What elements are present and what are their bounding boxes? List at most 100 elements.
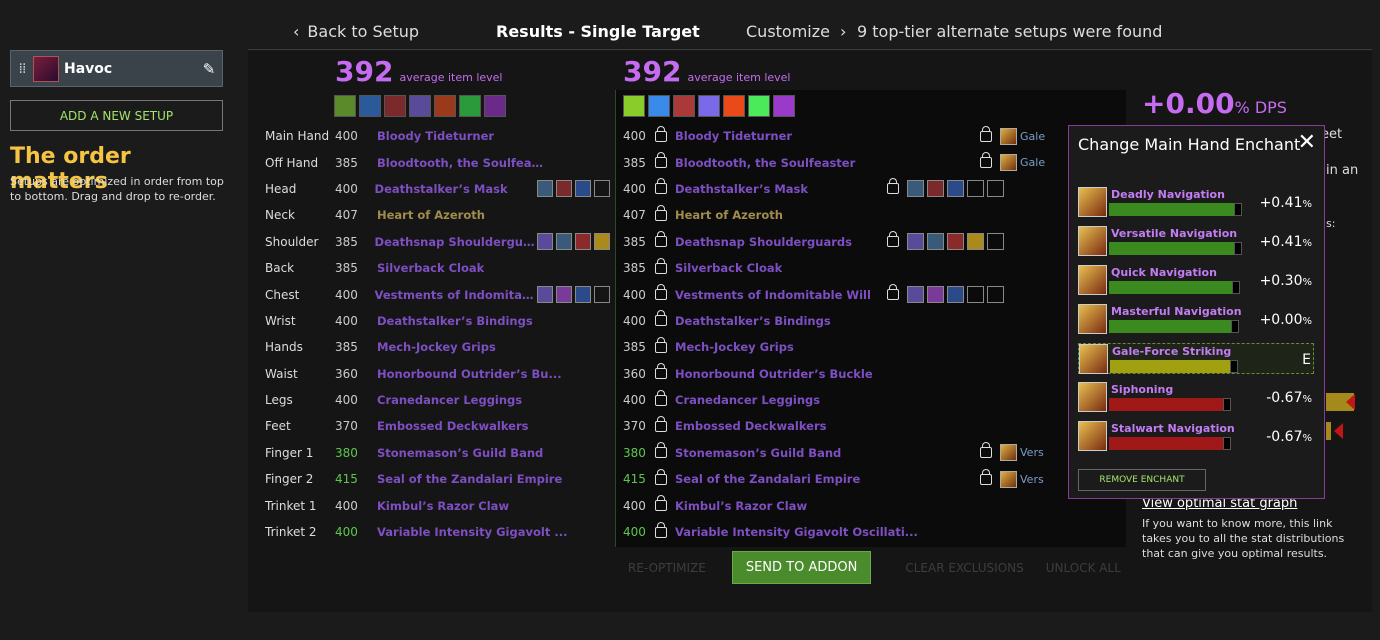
talent-icon (723, 95, 745, 117)
close-icon[interactable]: ✕ (1298, 130, 1316, 155)
talent-icon (748, 95, 770, 117)
unlock-all-button[interactable]: UNLOCK ALL (1046, 561, 1121, 575)
gear-row[interactable]: 400 Vestments of Indomitable Will (623, 281, 1068, 307)
lock-icon[interactable] (980, 468, 992, 485)
gear-row[interactable]: 370 Embossed Deckwalkers (623, 413, 1068, 439)
gear-row[interactable]: 400 Deathstalker’s Bindings (335, 308, 613, 334)
slot-label: Legs (265, 393, 293, 408)
edit-pencil-icon[interactable]: ✎ (196, 60, 222, 78)
gear-row[interactable]: 385 Bloodtooth, the Soulfeaster Gale (623, 149, 1068, 175)
lock-icon[interactable] (887, 231, 899, 248)
enchant-icon (1078, 382, 1107, 412)
lock-icon[interactable] (655, 204, 667, 221)
enchant-option[interactable]: Quick Navigation +0.30% (1078, 265, 1314, 296)
lock-icon[interactable] (655, 231, 667, 248)
send-to-addon-button[interactable]: SEND TO ADDON (731, 551, 872, 584)
lock-icon[interactable] (655, 257, 667, 274)
lock-icon[interactable] (887, 178, 899, 195)
gear-row[interactable]: 400 Cranedancer Leggings (623, 387, 1068, 413)
enchant-value: +0.41% (1259, 234, 1312, 250)
lock-icon[interactable] (655, 336, 667, 353)
enchant-option[interactable]: Stalwart Navigation -0.67% (1078, 421, 1314, 452)
enchant-option[interactable]: Siphoning -0.67% (1078, 382, 1314, 413)
gear-row[interactable]: 385 Silverback Cloak (623, 255, 1068, 281)
drag-handle-icon[interactable]: ⁞⁞ (11, 61, 33, 77)
back-to-setup-link[interactable]: ‹ Back to Setup (293, 22, 419, 41)
gear-row[interactable]: 400Vestments of Indomitable ... (335, 281, 613, 307)
gear-row[interactable]: 400 Bloody Tideturner Gale (623, 123, 1068, 149)
lock-icon[interactable] (655, 152, 667, 169)
setup-card[interactable]: ⁞⁞ Havoc ✎ (10, 50, 223, 87)
remove-enchant-button[interactable]: REMOVE ENCHANT (1078, 469, 1206, 491)
lock-icon[interactable] (980, 442, 992, 459)
enchant-option[interactable]: Gale-Force Striking E (1078, 343, 1314, 374)
enchant-option[interactable]: Masterful Navigation +0.00% (1078, 304, 1314, 335)
popup-title: Change Main Hand Enchant (1078, 135, 1301, 154)
talent-icon (359, 95, 381, 117)
lock-icon[interactable] (980, 125, 992, 142)
gear-row[interactable]: 415 Seal of the Zandalari Empire (335, 466, 613, 492)
enchant-tag[interactable]: Gale (1000, 154, 1045, 172)
enchant-tag[interactable]: Vers (1000, 444, 1044, 462)
enchant-tag[interactable]: Vers (1000, 470, 1044, 488)
add-setup-button[interactable]: ADD A NEW SETUP (10, 100, 223, 131)
lock-icon[interactable] (655, 310, 667, 327)
lock-icon[interactable] (655, 363, 667, 380)
alternate-setups-link[interactable]: 9 top-tier alternate setups were found (857, 22, 1162, 41)
gear-row[interactable]: 385 Mech-Jockey Grips (623, 334, 1068, 360)
page-title: Results - Single Target (496, 22, 700, 41)
gear-row[interactable]: 400 Deathstalker’s Mask (335, 176, 613, 202)
enchant-icon (1000, 470, 1017, 488)
gear-row[interactable]: 385 Bloodtooth, the Soulfeaster (335, 149, 613, 175)
gear-row[interactable]: 400 Deathstalker’s Bindings (623, 308, 1068, 334)
lock-icon[interactable] (655, 284, 667, 301)
enchant-tag[interactable]: Gale (1000, 127, 1045, 145)
lock-icon[interactable] (655, 415, 667, 432)
gear-row[interactable]: 415 Seal of the Zandalari Empire Vers (623, 466, 1068, 492)
enchant-bar-end (1232, 281, 1240, 294)
gear-row[interactable]: 360 Honorbound Outrider’s Buckle (623, 361, 1068, 387)
slot-label: Wrist (265, 313, 296, 328)
gear-row[interactable]: 380 Stonemason’s Guild Band (335, 440, 613, 466)
gear-row[interactable]: 400 Kimbul’s Razor Claw (623, 492, 1068, 518)
lock-icon[interactable] (655, 389, 667, 406)
lock-icon[interactable] (655, 495, 667, 512)
gear-row[interactable]: 400 Deathstalker’s Mask (623, 176, 1068, 202)
gear-row[interactable]: 407 Heart of Azeroth (335, 202, 613, 228)
gear-row[interactable]: 400 Bloody Tideturner (335, 123, 613, 149)
enchant-bar-end (1234, 242, 1242, 255)
clear-exclusions-button[interactable]: CLEAR EXCLUSIONS (905, 561, 1023, 575)
chevron-right-icon: › (839, 22, 847, 41)
lock-icon[interactable] (655, 442, 667, 459)
lock-icon[interactable] (887, 284, 899, 301)
enchant-icon (1078, 304, 1107, 334)
lock-icon[interactable] (655, 178, 667, 195)
gear-row[interactable]: 400 Cranedancer Leggings (335, 387, 613, 413)
gear-row[interactable]: 400 Variable Intensity Gigavolt ... (335, 519, 613, 545)
customize-link[interactable]: Customize › (746, 22, 846, 41)
setup-name: Havoc (64, 60, 113, 77)
reoptimize-button[interactable]: RE-OPTIMIZE (628, 561, 706, 575)
gear-row[interactable]: 385 Deathsnap Shoulderguards (335, 229, 613, 255)
lock-icon[interactable] (655, 521, 667, 538)
enchant-name: Deadly Navigation (1111, 188, 1225, 201)
enchant-value: +0.41% (1259, 195, 1312, 211)
lock-icon[interactable] (655, 468, 667, 485)
gear-row[interactable]: 400 Kimbul’s Razor Claw (335, 492, 613, 518)
enchant-option[interactable]: Versatile Navigation +0.41% (1078, 226, 1314, 257)
gear-row[interactable]: 385 Deathsnap Shoulderguards (623, 229, 1068, 255)
slot-label: Chest (265, 287, 300, 302)
lock-icon[interactable] (655, 125, 667, 142)
lock-icon[interactable] (980, 152, 992, 169)
stat-bar (1326, 422, 1331, 440)
gear-row[interactable]: 380 Stonemason’s Guild Band Vers (623, 440, 1068, 466)
slot-label: Back (265, 261, 295, 276)
gear-row[interactable]: 370 Embossed Deckwalkers (335, 413, 613, 439)
gear-row[interactable]: 385 Mech-Jockey Grips (335, 334, 613, 360)
gear-row[interactable]: 360 Honorbound Outrider’s Bu... (335, 361, 613, 387)
gear-row[interactable]: 400 Variable Intensity Gigavolt Oscillati… (623, 519, 1068, 545)
enchant-option[interactable]: Deadly Navigation +0.41% (1078, 187, 1314, 218)
gear-row[interactable]: 385 Silverback Cloak (335, 255, 613, 281)
enchant-name: Versatile Navigation (1111, 227, 1238, 240)
gear-row[interactable]: 407 Heart of Azeroth (623, 202, 1068, 228)
